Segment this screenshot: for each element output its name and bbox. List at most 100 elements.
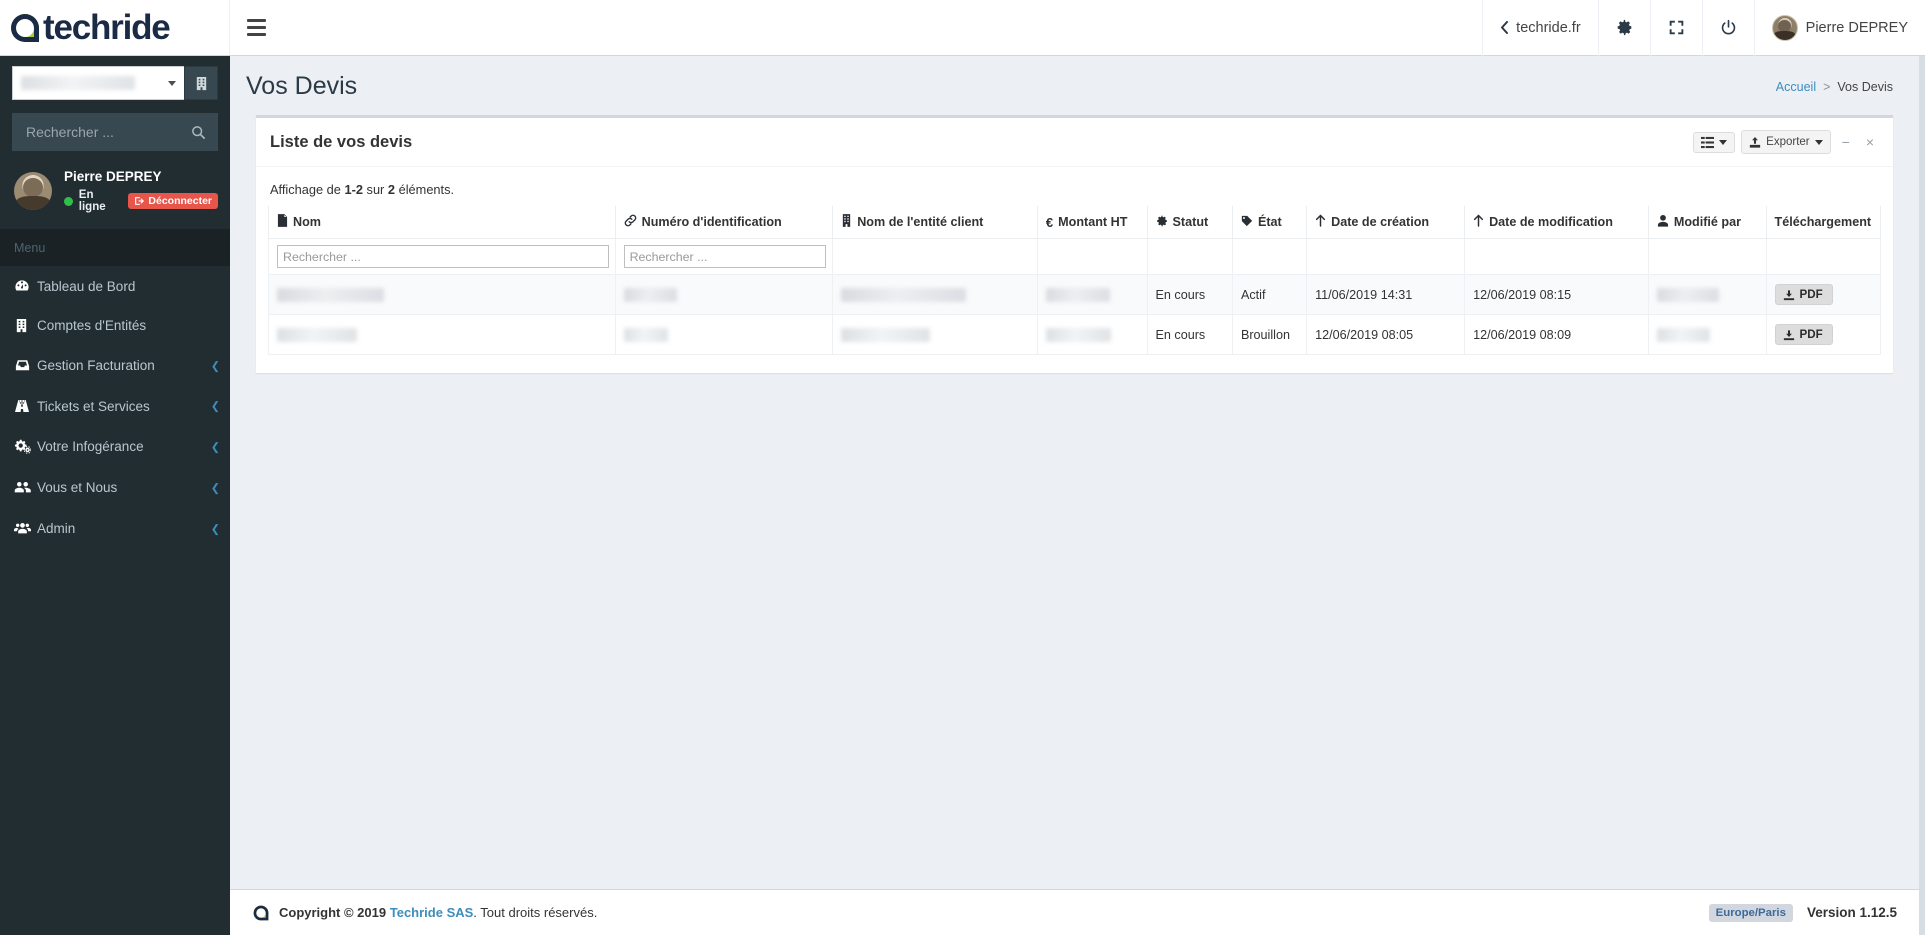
gear-icon: [1156, 215, 1168, 230]
column-visibility-button[interactable]: [1693, 131, 1736, 153]
cell-date-creation-value: 11/06/2019 14:31: [1315, 287, 1413, 302]
cell-nom-value: ████████████: [277, 287, 385, 302]
entity-select[interactable]: █████ ████████: [12, 66, 184, 100]
table-header-row: Nom Numéro d'identification Nom de l'ent…: [268, 206, 1881, 240]
filter-cell-telechargement: [1765, 238, 1881, 276]
hamburger-bar: [246, 26, 266, 29]
quotes-card: Liste de vos devis Exporter − × Affichag…: [256, 115, 1893, 374]
road-icon: [14, 398, 37, 414]
column-header-entite[interactable]: Nom de l'entité client: [832, 206, 1038, 240]
column-header-date-creation[interactable]: Date de création: [1306, 206, 1466, 240]
chevron-left-icon: ❮: [210, 523, 220, 535]
search-input[interactable]: [24, 123, 185, 141]
chevron-down-icon: [168, 80, 176, 86]
cell-entite: ██████████: [832, 314, 1038, 356]
cell-etat: Brouillon: [1231, 314, 1308, 356]
footer-copyright-prefix: Copyright © 2019: [279, 905, 387, 920]
entity-list-button[interactable]: [184, 66, 218, 100]
column-header-montant[interactable]: € Montant HT: [1036, 206, 1148, 240]
chevron-left-icon: [1501, 21, 1509, 34]
download-pdf-button[interactable]: PDF: [1774, 324, 1833, 346]
cell-numero-value: ██████: [623, 287, 678, 302]
breadcrumb-current: Vos Devis: [1837, 79, 1893, 94]
sidebar-item-gestion-facturation[interactable]: Gestion Facturation ❮: [0, 345, 230, 386]
column-header-etat[interactable]: État: [1231, 206, 1308, 240]
column-header-label: Date de modification: [1489, 215, 1613, 230]
filter-cell-nom: [268, 238, 616, 276]
brand-logo[interactable]: techride: [0, 0, 230, 55]
column-header-label: Date de création: [1331, 215, 1430, 230]
showing-total: 2: [387, 182, 396, 198]
column-header-statut[interactable]: Statut: [1146, 206, 1233, 240]
breadcrumb: Accueil > Vos Devis: [1776, 80, 1893, 94]
column-header-telechargement[interactable]: Téléchargement: [1765, 206, 1881, 240]
results-count: Affichage de 1-2 sur 2 éléments.: [268, 179, 1881, 206]
cell-entite: ██████████████: [832, 274, 1038, 316]
cell-nom: ████████████: [268, 274, 616, 316]
sidebar-item-vous-et-nous[interactable]: Vous et Nous ❮: [0, 467, 230, 508]
cell-date-modification: 12/06/2019 08:09: [1464, 314, 1649, 356]
minimize-icon[interactable]: −: [1837, 134, 1855, 150]
filter-cell-date-creation: [1306, 238, 1466, 276]
close-icon[interactable]: ×: [1861, 134, 1879, 150]
column-header-label: Statut: [1172, 214, 1209, 229]
column-header-date-modification[interactable]: Date de modification: [1464, 206, 1649, 240]
quotes-table: Nom Numéro d'identification Nom de l'ent…: [268, 206, 1881, 356]
cell-modifie-par-value: ███████: [1656, 287, 1720, 302]
user-menu-label: Pierre DEPREY: [1805, 19, 1908, 36]
card-tools: Exporter − ×: [1693, 130, 1879, 155]
top-navigation-bar: techride techride.fr Pierre DEPREY: [0, 0, 1925, 56]
search-icon[interactable]: [191, 125, 206, 140]
table-row[interactable]: ████████████ ██████ ██████████████ ████,…: [268, 274, 1881, 316]
filter-cell-entite: [832, 238, 1038, 276]
column-header-nom[interactable]: Nom: [268, 206, 616, 240]
export-button[interactable]: Exporter: [1741, 130, 1831, 155]
download-pdf-button[interactable]: PDF: [1774, 284, 1833, 306]
sidebar-user-panel: Pierre DEPREY En ligne Déconnecter: [0, 151, 230, 229]
sidebar-item-tableau-de-bord[interactable]: Tableau de Bord: [0, 266, 230, 306]
logout-button[interactable]: Déconnecter: [128, 193, 218, 209]
entity-select-value: █████ ████████: [21, 76, 135, 90]
download-icon: [1783, 289, 1794, 300]
footer-copyright-suffix: . Tout droits réservés.: [473, 905, 598, 920]
user-menu[interactable]: Pierre DEPREY: [1753, 0, 1925, 56]
chevron-left-icon: ❮: [210, 482, 220, 494]
techride-logo-icon: [252, 904, 270, 922]
cell-nom-value: █████████: [277, 327, 358, 342]
filter-input-nom[interactable]: [277, 245, 609, 269]
sidebar-item-admin[interactable]: Admin ❮: [0, 508, 230, 549]
cell-statut: En cours: [1146, 314, 1233, 356]
sidebar-item-tickets-services[interactable]: Tickets et Services ❮: [0, 386, 230, 426]
logout-power-button[interactable]: [1701, 0, 1754, 56]
export-icon: [1750, 136, 1761, 148]
column-header-numero[interactable]: Numéro d'identification: [614, 206, 834, 240]
sidebar-search[interactable]: [12, 113, 218, 151]
site-link[interactable]: techride.fr: [1482, 0, 1597, 56]
online-status-label: En ligne: [78, 189, 106, 213]
cell-nom: █████████: [268, 314, 616, 356]
column-header-modifie-par[interactable]: Modifié par: [1647, 206, 1767, 240]
footer-company-link[interactable]: Techride SAS: [390, 905, 474, 920]
card-header: Liste de vos devis Exporter − ×: [256, 118, 1893, 168]
filter-cell-etat: [1231, 238, 1308, 276]
filter-input-numero[interactable]: [623, 245, 827, 269]
filter-cell-date-modification: [1464, 238, 1649, 276]
sidebar-item-label: Tickets et Services: [37, 398, 150, 414]
sidebar-item-comptes-entites[interactable]: Comptes d'Entités: [0, 306, 230, 345]
sidebar-item-votre-infogerance[interactable]: Votre Infogérance ❮: [0, 426, 230, 467]
cell-statut: En cours: [1146, 274, 1233, 316]
timezone-badge: Europe/Paris: [1708, 903, 1793, 922]
filter-cell-numero: [614, 238, 834, 276]
cell-date-modification-value: 12/06/2019 08:09: [1473, 327, 1572, 342]
sidebar-toggle-button[interactable]: [230, 0, 282, 56]
page-scrollbar[interactable]: [1919, 56, 1925, 935]
fullscreen-button[interactable]: [1649, 0, 1702, 56]
link-icon: [624, 214, 637, 230]
breadcrumb-home[interactable]: Accueil: [1776, 80, 1816, 94]
settings-button[interactable]: [1597, 0, 1650, 56]
table-filter-row: [268, 238, 1881, 276]
content-header: Vos Devis Accueil > Vos Devis: [230, 56, 1919, 115]
sidebar-item-label: Comptes d'Entités: [37, 318, 147, 333]
table-row[interactable]: █████████ █████ ██████████ 5 ███,00 € En…: [268, 314, 1881, 356]
users-icon: [14, 479, 37, 496]
